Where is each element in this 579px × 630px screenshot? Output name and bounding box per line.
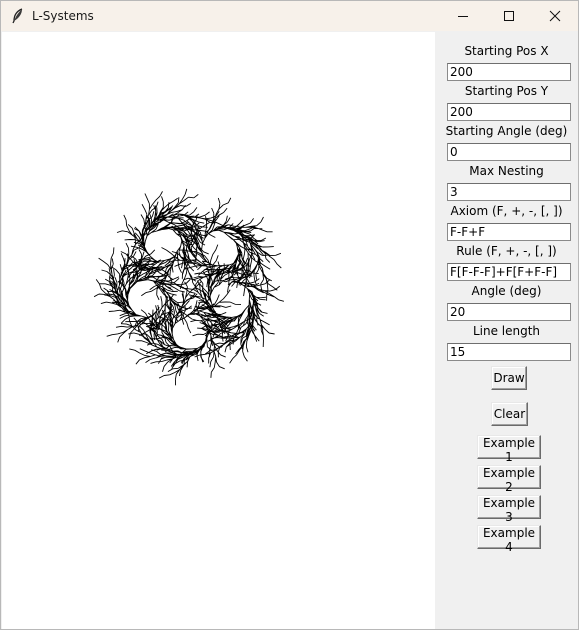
window-title: L-Systems	[32, 9, 94, 23]
angle-label: Angle (deg)	[471, 284, 542, 298]
rule-label: Rule (F, +, -, [, ])	[456, 244, 557, 258]
close-button[interactable]	[532, 1, 578, 31]
starting-pos-x-input[interactable]	[447, 63, 571, 81]
max-nesting-label: Max Nesting	[469, 164, 544, 178]
close-icon	[549, 10, 561, 22]
draw-button[interactable]: Draw	[491, 366, 527, 390]
minimize-button[interactable]	[440, 1, 486, 31]
app-window: L-Systems Starting Pos X Starting Pos Y …	[0, 0, 579, 630]
l-system-drawing	[93, 188, 285, 386]
axiom-input[interactable]	[447, 223, 571, 241]
example-1-button[interactable]: Example 1	[477, 435, 541, 464]
starting-pos-y-label: Starting Pos Y	[464, 84, 549, 98]
axiom-label: Axiom (F, +, -, [, ])	[450, 204, 563, 218]
rule-input[interactable]	[447, 263, 571, 281]
angle-input[interactable]	[447, 303, 571, 321]
feather-icon	[10, 8, 26, 24]
example-4-button[interactable]: Example 4	[477, 525, 541, 554]
starting-angle-label: Starting Angle (deg)	[445, 124, 568, 138]
minimize-icon	[458, 16, 468, 17]
clear-button[interactable]: Clear	[491, 402, 528, 426]
maximize-button[interactable]	[486, 1, 532, 31]
starting-pos-x-label: Starting Pos X	[464, 44, 549, 58]
title-bar[interactable]: L-Systems	[1, 1, 578, 31]
drawing-canvas[interactable]	[2, 32, 435, 629]
starting-pos-y-input[interactable]	[447, 103, 571, 121]
line-length-input[interactable]	[447, 343, 571, 361]
maximize-icon	[504, 11, 514, 21]
line-length-label: Line length	[472, 324, 541, 338]
max-nesting-input[interactable]	[447, 183, 571, 201]
starting-angle-input[interactable]	[447, 143, 571, 161]
window-controls	[440, 1, 578, 31]
l-system-branches	[93, 188, 285, 386]
example-3-button[interactable]: Example 3	[477, 495, 541, 524]
control-panel: Starting Pos X Starting Pos Y Starting A…	[435, 32, 578, 629]
example-2-button[interactable]: Example 2	[477, 465, 541, 494]
